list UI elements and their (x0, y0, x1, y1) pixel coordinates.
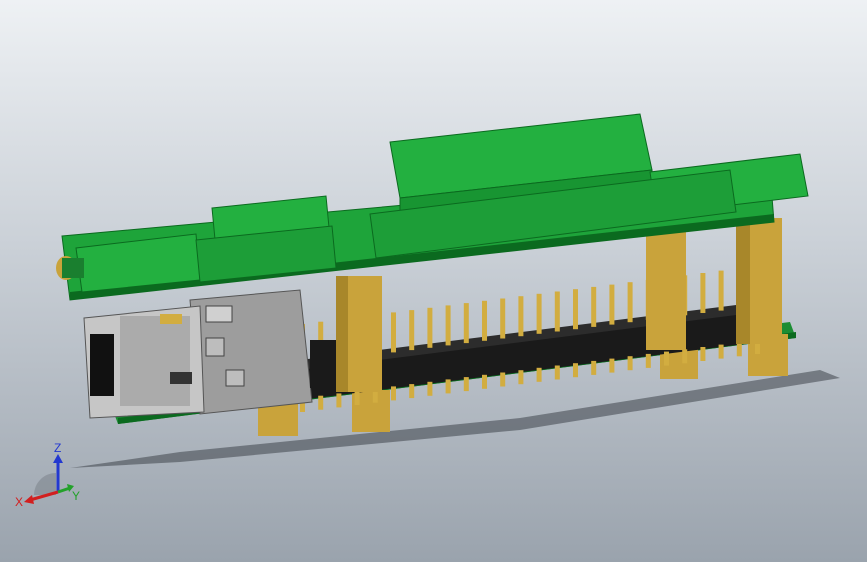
led-2 (170, 372, 192, 384)
header-pin-top (591, 286, 597, 327)
pcb-assembly-model[interactable] (0, 0, 867, 562)
header-pin-bottom (336, 393, 342, 408)
usb-port-1 (205, 305, 233, 323)
header-pin-bottom (318, 395, 324, 410)
header-pin-top (718, 270, 724, 311)
header-pin-bottom (536, 367, 542, 382)
header-pin-bottom (591, 360, 597, 375)
header-pin-top (409, 310, 415, 351)
usb-port-3 (225, 369, 245, 387)
header-pin-top (573, 289, 578, 330)
header-pin-bottom (682, 349, 688, 364)
x-axis-arrow (24, 495, 34, 504)
header-pin-bottom (609, 358, 615, 373)
cad-viewport[interactable]: Z X Y (0, 0, 867, 562)
usb-port-2 (205, 337, 225, 357)
header-pin-top (609, 284, 615, 325)
header-pin-top (463, 303, 469, 344)
header-pin-bottom (482, 374, 487, 389)
header-pin-bottom (445, 379, 451, 394)
z-axis-label: Z (54, 441, 61, 455)
header-pin-bottom (664, 351, 669, 366)
header-pin-top (700, 273, 706, 313)
standoff-lower-1 (258, 404, 298, 436)
x-axis-label: X (15, 495, 23, 509)
header-pin-bottom (409, 384, 415, 399)
header-pin-bottom (518, 370, 524, 385)
header-pin-top (391, 312, 396, 353)
header-pin-bottom (573, 363, 578, 378)
standoff-upper-shade-3 (736, 218, 750, 344)
header-pin-bottom (463, 377, 469, 392)
header-pin-top (627, 282, 633, 323)
header-pin-bottom (427, 381, 433, 396)
header-pin-top (554, 291, 560, 332)
header-pin-bottom (500, 372, 506, 387)
orientation-triad[interactable]: Z X Y (14, 440, 84, 510)
header-pin-bottom (354, 391, 360, 405)
standoff-upper-shade-1 (336, 276, 348, 392)
header-pin-top (445, 305, 451, 346)
standoff-upper-2 (646, 232, 686, 350)
header-pin-bottom (391, 386, 396, 401)
header-pin-top (500, 298, 506, 339)
header-pin-bottom (627, 356, 633, 371)
rj45-latch (120, 316, 190, 406)
header-pin-top (427, 307, 433, 348)
header-pin-bottom (700, 347, 706, 361)
triad-base-arc (34, 473, 56, 495)
header-pin-bottom (554, 365, 560, 380)
header-pin-bottom (736, 342, 742, 357)
header-pin-top (482, 300, 487, 341)
z-axis-arrow (53, 454, 63, 463)
header-pin-bottom (645, 353, 651, 368)
header-pin-bottom (718, 344, 724, 359)
header-pin-top (536, 293, 542, 334)
antenna-connector-body (62, 258, 84, 278)
y-axis-label: Y (72, 489, 80, 503)
rj45-port-opening (90, 334, 114, 396)
header-pin-top (518, 296, 524, 337)
led-1 (160, 314, 182, 324)
